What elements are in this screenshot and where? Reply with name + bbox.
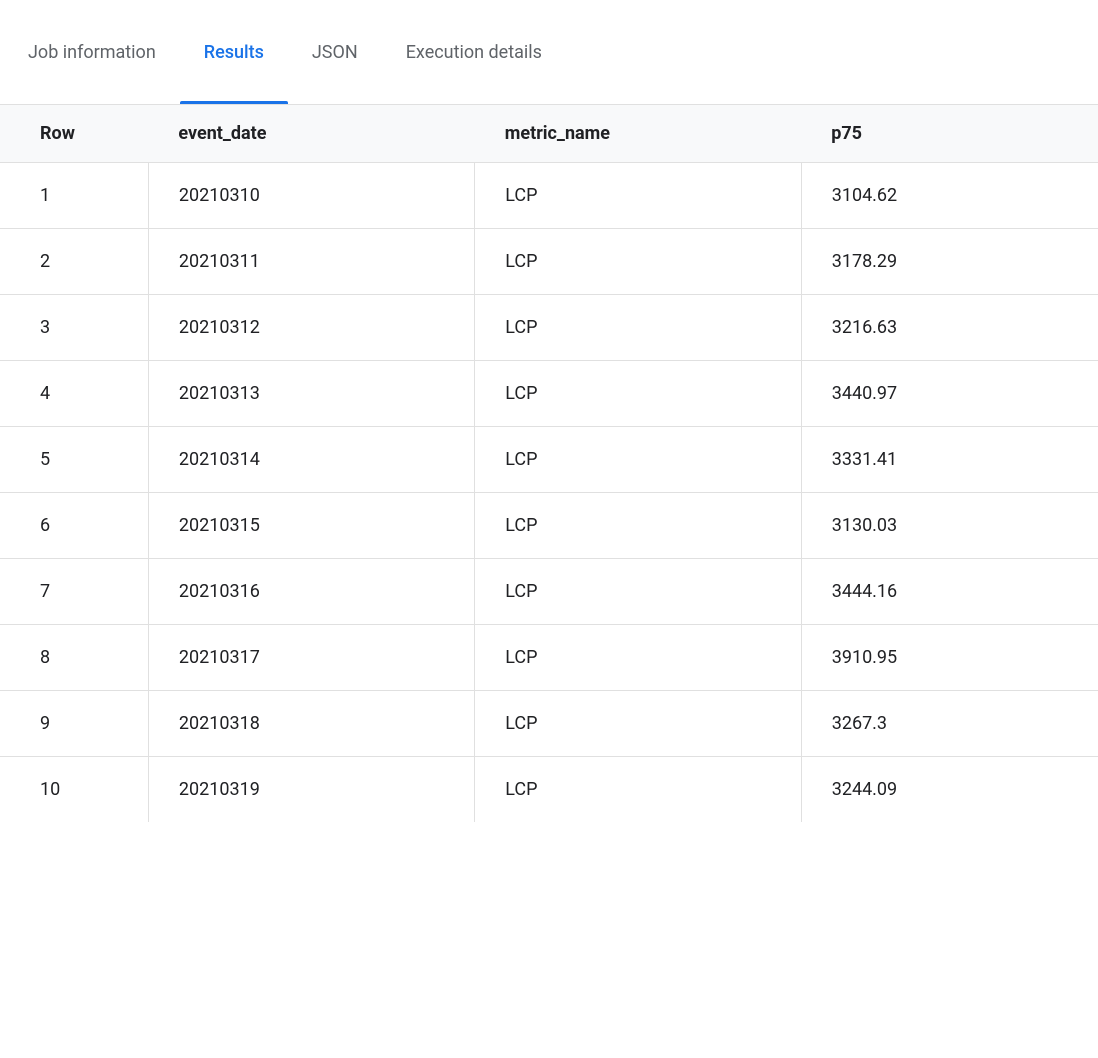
cell-metric_name: LCP xyxy=(475,493,801,559)
cell-row: 9 xyxy=(0,691,148,757)
col-header-metric-name: metric_name xyxy=(475,105,801,163)
cell-event_date: 20210313 xyxy=(148,361,474,427)
cell-event_date: 20210316 xyxy=(148,559,474,625)
tab-results[interactable]: Results xyxy=(180,0,288,104)
cell-p75: 3331.41 xyxy=(801,427,1098,493)
cell-p75: 3444.16 xyxy=(801,559,1098,625)
table-row: 620210315LCP3130.03 xyxy=(0,493,1098,559)
cell-event_date: 20210315 xyxy=(148,493,474,559)
tabs-container: Job information Results JSON Execution d… xyxy=(0,0,1098,105)
cell-event_date: 20210312 xyxy=(148,295,474,361)
cell-row: 7 xyxy=(0,559,148,625)
cell-event_date: 20210311 xyxy=(148,229,474,295)
table-header-row: Row event_date metric_name p75 xyxy=(0,105,1098,163)
table-row: 920210318LCP3267.3 xyxy=(0,691,1098,757)
cell-metric_name: LCP xyxy=(475,559,801,625)
cell-row: 10 xyxy=(0,757,148,823)
cell-metric_name: LCP xyxy=(475,163,801,229)
cell-p75: 3130.03 xyxy=(801,493,1098,559)
table-row: 220210311LCP3178.29 xyxy=(0,229,1098,295)
col-header-p75: p75 xyxy=(801,105,1098,163)
cell-row: 8 xyxy=(0,625,148,691)
cell-event_date: 20210318 xyxy=(148,691,474,757)
table-row: 720210316LCP3444.16 xyxy=(0,559,1098,625)
cell-row: 5 xyxy=(0,427,148,493)
table-row: 820210317LCP3910.95 xyxy=(0,625,1098,691)
results-table: Row event_date metric_name p75 120210310… xyxy=(0,105,1098,822)
cell-row: 3 xyxy=(0,295,148,361)
table-row: 1020210319LCP3244.09 xyxy=(0,757,1098,823)
cell-row: 1 xyxy=(0,163,148,229)
tab-job-information[interactable]: Job information xyxy=(20,0,180,104)
cell-p75: 3216.63 xyxy=(801,295,1098,361)
table-row: 120210310LCP3104.62 xyxy=(0,163,1098,229)
cell-p75: 3104.62 xyxy=(801,163,1098,229)
cell-event_date: 20210317 xyxy=(148,625,474,691)
cell-p75: 3178.29 xyxy=(801,229,1098,295)
col-header-row: Row xyxy=(0,105,148,163)
cell-p75: 3440.97 xyxy=(801,361,1098,427)
cell-p75: 3244.09 xyxy=(801,757,1098,823)
cell-event_date: 20210319 xyxy=(148,757,474,823)
tab-execution-details[interactable]: Execution details xyxy=(382,0,566,104)
cell-metric_name: LCP xyxy=(475,427,801,493)
cell-metric_name: LCP xyxy=(475,757,801,823)
cell-metric_name: LCP xyxy=(475,691,801,757)
cell-row: 4 xyxy=(0,361,148,427)
cell-metric_name: LCP xyxy=(475,229,801,295)
tab-json[interactable]: JSON xyxy=(288,0,382,104)
cell-metric_name: LCP xyxy=(475,625,801,691)
cell-row: 6 xyxy=(0,493,148,559)
cell-event_date: 20210314 xyxy=(148,427,474,493)
cell-p75: 3267.3 xyxy=(801,691,1098,757)
table-row: 420210313LCP3440.97 xyxy=(0,361,1098,427)
col-header-event-date: event_date xyxy=(148,105,474,163)
cell-row: 2 xyxy=(0,229,148,295)
cell-metric_name: LCP xyxy=(475,295,801,361)
table-row: 320210312LCP3216.63 xyxy=(0,295,1098,361)
table-row: 520210314LCP3331.41 xyxy=(0,427,1098,493)
table-container: Row event_date metric_name p75 120210310… xyxy=(0,105,1098,822)
cell-event_date: 20210310 xyxy=(148,163,474,229)
cell-metric_name: LCP xyxy=(475,361,801,427)
cell-p75: 3910.95 xyxy=(801,625,1098,691)
